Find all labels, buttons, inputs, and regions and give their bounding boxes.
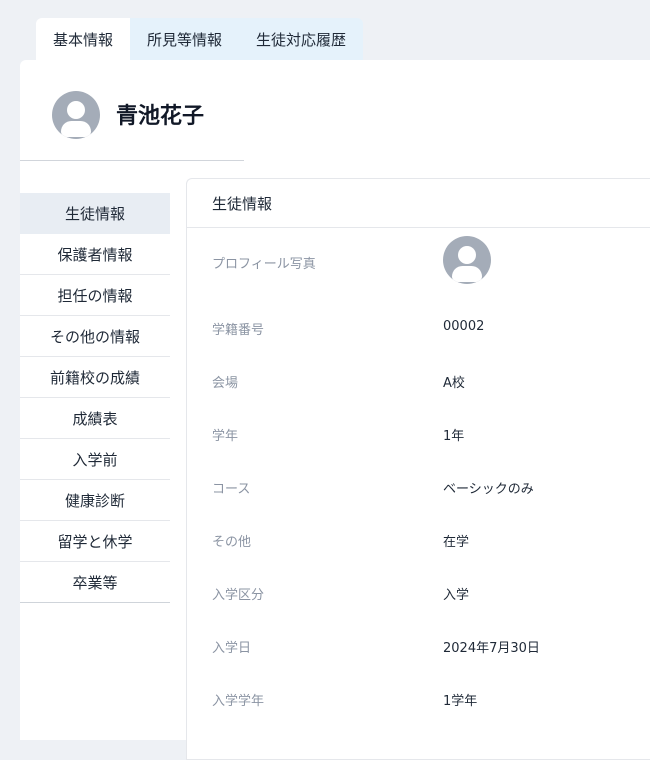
info-label: 学年 — [212, 429, 239, 444]
sidemenu-item-student-info[interactable]: 生徒情報 — [20, 193, 170, 234]
info-label: 学籍番号 — [212, 323, 265, 338]
info-label: 会場 — [212, 376, 239, 391]
user-avatar-icon — [52, 91, 100, 139]
info-label: その他 — [212, 535, 252, 550]
side-menu: 生徒情報 保護者情報 担任の情報 その他の情報 前籍校の成績 成績表 入学前 健… — [20, 193, 170, 603]
sidemenu-item-homeroom-teacher-info[interactable]: 担任の情報 — [20, 275, 170, 316]
info-value: A校 — [443, 376, 465, 391]
sidemenu-item-guardian-info[interactable]: 保護者情報 — [20, 234, 170, 275]
info-label: 入学区分 — [212, 588, 265, 603]
info-value: 2024年7月30日 — [443, 641, 540, 656]
tab-findings-info[interactable]: 所見等情報 — [130, 18, 240, 60]
info-value: 1年 — [443, 429, 465, 444]
sidemenu-item-previous-school-grades[interactable]: 前籍校の成績 — [20, 357, 170, 398]
student-header: 青池花子 — [20, 60, 244, 161]
info-card-title: 生徒情報 — [187, 179, 650, 228]
main-panel: 青池花子 生徒情報 保護者情報 担任の情報 その他の情報 前籍校の成績 成績表 … — [20, 60, 650, 760]
sidemenu-item-report-card[interactable]: 成績表 — [20, 398, 170, 439]
info-label: 入学学年 — [212, 694, 265, 709]
student-name: 青池花子 — [116, 104, 205, 129]
info-value: 1学年 — [443, 694, 478, 709]
tab-bar: 基本情報 所見等情報 生徒対応履歴 — [36, 18, 364, 60]
info-value: ベーシックのみ — [443, 482, 534, 497]
tab-basic-info[interactable]: 基本情報 — [36, 18, 131, 60]
sidemenu-item-health-checkup[interactable]: 健康診断 — [20, 480, 170, 521]
sidemenu-item-pre-enrollment[interactable]: 入学前 — [20, 439, 170, 480]
info-label: プロフィール写真 — [212, 257, 316, 272]
info-label: コース — [212, 482, 251, 497]
info-label: 入学日 — [212, 641, 252, 656]
info-value: 00002 — [443, 319, 485, 334]
info-value: 入学 — [443, 588, 470, 603]
sidemenu-item-study-abroad-leave[interactable]: 留学と休学 — [20, 521, 170, 562]
profile-photo-avatar-icon — [443, 236, 491, 284]
info-value: 在学 — [443, 535, 470, 550]
tab-student-response-history[interactable]: 生徒対応履歴 — [239, 18, 364, 60]
sidemenu-item-graduation[interactable]: 卒業等 — [20, 562, 170, 603]
sidemenu-item-other-info[interactable]: その他の情報 — [20, 316, 170, 357]
student-info-card: 生徒情報 プロフィール写真 学籍番号 00002 会場 A校 学年 1年 コース… — [186, 178, 650, 760]
